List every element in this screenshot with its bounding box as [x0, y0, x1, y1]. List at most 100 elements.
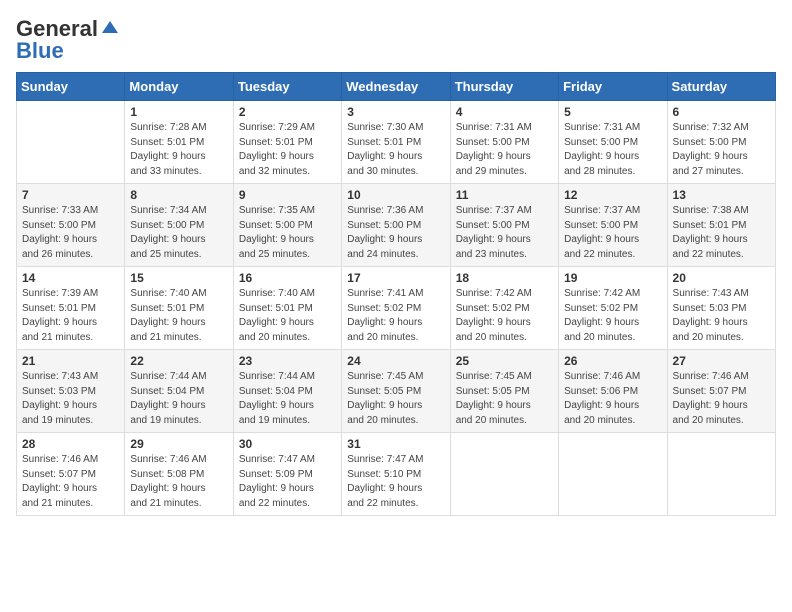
day-info: Sunrise: 7:29 AM Sunset: 5:01 PM Dayligh…	[239, 121, 336, 179]
day-number: 1	[130, 105, 227, 119]
calendar-cell: 13 Sunrise: 7:38 AM Sunset: 5:01 PM Dayli…	[667, 184, 775, 267]
day-number: 26	[564, 354, 661, 368]
day-info: Sunrise: 7:31 AM Sunset: 5:00 PM Dayligh…	[564, 121, 661, 179]
day-info: Sunrise: 7:32 AM Sunset: 5:00 PM Dayligh…	[673, 121, 770, 179]
weekday-header: Friday	[559, 73, 667, 101]
calendar-cell: 22 Sunrise: 7:44 AM Sunset: 5:04 PM Dayli…	[125, 350, 233, 433]
day-number: 13	[673, 188, 770, 202]
calendar-cell: 29 Sunrise: 7:46 AM Sunset: 5:08 PM Dayli…	[125, 433, 233, 516]
calendar-cell: 15 Sunrise: 7:40 AM Sunset: 5:01 PM Dayli…	[125, 267, 233, 350]
day-info: Sunrise: 7:41 AM Sunset: 5:02 PM Dayligh…	[347, 287, 444, 345]
day-info: Sunrise: 7:44 AM Sunset: 5:04 PM Dayligh…	[130, 370, 227, 428]
logo: General Blue	[16, 16, 120, 64]
logo-icon	[100, 19, 120, 39]
day-info: Sunrise: 7:28 AM Sunset: 5:01 PM Dayligh…	[130, 121, 227, 179]
day-info: Sunrise: 7:33 AM Sunset: 5:00 PM Dayligh…	[22, 204, 119, 262]
calendar-cell: 23 Sunrise: 7:44 AM Sunset: 5:04 PM Dayli…	[233, 350, 341, 433]
day-info: Sunrise: 7:42 AM Sunset: 5:02 PM Dayligh…	[456, 287, 553, 345]
day-info: Sunrise: 7:39 AM Sunset: 5:01 PM Dayligh…	[22, 287, 119, 345]
day-info: Sunrise: 7:45 AM Sunset: 5:05 PM Dayligh…	[347, 370, 444, 428]
day-number: 20	[673, 271, 770, 285]
day-info: Sunrise: 7:37 AM Sunset: 5:00 PM Dayligh…	[456, 204, 553, 262]
day-number: 25	[456, 354, 553, 368]
calendar-cell: 10 Sunrise: 7:36 AM Sunset: 5:00 PM Dayli…	[342, 184, 450, 267]
day-number: 11	[456, 188, 553, 202]
day-number: 15	[130, 271, 227, 285]
calendar-cell: 26 Sunrise: 7:46 AM Sunset: 5:06 PM Dayli…	[559, 350, 667, 433]
calendar-table: SundayMondayTuesdayWednesdayThursdayFrid…	[16, 72, 776, 516]
day-info: Sunrise: 7:38 AM Sunset: 5:01 PM Dayligh…	[673, 204, 770, 262]
day-info: Sunrise: 7:31 AM Sunset: 5:00 PM Dayligh…	[456, 121, 553, 179]
calendar-cell: 16Sunrise: 7:40 AM Sunset: 5:01 PM Dayli…	[233, 267, 341, 350]
day-number: 2	[239, 105, 336, 119]
calendar-cell: 14 Sunrise: 7:39 AM Sunset: 5:01 PM Dayli…	[17, 267, 125, 350]
logo-blue-text: Blue	[16, 38, 64, 64]
calendar-cell: 18 Sunrise: 7:42 AM Sunset: 5:02 PM Dayli…	[450, 267, 558, 350]
day-info: Sunrise: 7:46 AM Sunset: 5:06 PM Dayligh…	[564, 370, 661, 428]
calendar-cell: 24 Sunrise: 7:45 AM Sunset: 5:05 PM Dayli…	[342, 350, 450, 433]
calendar-cell: 12 Sunrise: 7:37 AM Sunset: 5:00 PM Dayli…	[559, 184, 667, 267]
calendar-cell: 7 Sunrise: 7:33 AM Sunset: 5:00 PM Daylig…	[17, 184, 125, 267]
calendar-cell: 25Sunrise: 7:45 AM Sunset: 5:05 PM Dayli…	[450, 350, 558, 433]
calendar-cell: 3 Sunrise: 7:30 AM Sunset: 5:01 PM Daylig…	[342, 101, 450, 184]
weekday-header: Tuesday	[233, 73, 341, 101]
day-info: Sunrise: 7:35 AM Sunset: 5:00 PM Dayligh…	[239, 204, 336, 262]
day-number: 8	[130, 188, 227, 202]
day-info: Sunrise: 7:37 AM Sunset: 5:00 PM Dayligh…	[564, 204, 661, 262]
day-number: 3	[347, 105, 444, 119]
calendar-cell: 9 Sunrise: 7:35 AM Sunset: 5:00 PM Daylig…	[233, 184, 341, 267]
calendar-cell: 27Sunrise: 7:46 AM Sunset: 5:07 PM Dayli…	[667, 350, 775, 433]
weekday-header: Saturday	[667, 73, 775, 101]
day-number: 12	[564, 188, 661, 202]
day-number: 14	[22, 271, 119, 285]
calendar-cell	[667, 433, 775, 516]
calendar-cell: 19 Sunrise: 7:42 AM Sunset: 5:02 PM Dayli…	[559, 267, 667, 350]
calendar-cell: 30 Sunrise: 7:47 AM Sunset: 5:09 PM Dayli…	[233, 433, 341, 516]
day-info: Sunrise: 7:46 AM Sunset: 5:08 PM Dayligh…	[130, 453, 227, 511]
day-number: 18	[456, 271, 553, 285]
day-number: 28	[22, 437, 119, 451]
calendar-cell: 28 Sunrise: 7:46 AM Sunset: 5:07 PM Dayli…	[17, 433, 125, 516]
day-number: 22	[130, 354, 227, 368]
day-number: 23	[239, 354, 336, 368]
calendar-cell: 1 Sunrise: 7:28 AM Sunset: 5:01 PM Daylig…	[125, 101, 233, 184]
weekday-header: Wednesday	[342, 73, 450, 101]
day-info: Sunrise: 7:40 AM Sunset: 5:01 PM Dayligh…	[130, 287, 227, 345]
day-number: 17	[347, 271, 444, 285]
day-info: Sunrise: 7:44 AM Sunset: 5:04 PM Dayligh…	[239, 370, 336, 428]
calendar-cell: 17 Sunrise: 7:41 AM Sunset: 5:02 PM Dayli…	[342, 267, 450, 350]
day-number: 30	[239, 437, 336, 451]
calendar-cell	[17, 101, 125, 184]
day-number: 16	[239, 271, 336, 285]
calendar-cell: 31 Sunrise: 7:47 AM Sunset: 5:10 PM Dayli…	[342, 433, 450, 516]
day-number: 27	[673, 354, 770, 368]
calendar-cell: 6Sunrise: 7:32 AM Sunset: 5:00 PM Daylig…	[667, 101, 775, 184]
day-info: Sunrise: 7:36 AM Sunset: 5:00 PM Dayligh…	[347, 204, 444, 262]
day-number: 5	[564, 105, 661, 119]
page-header: General Blue	[16, 16, 776, 64]
day-info: Sunrise: 7:34 AM Sunset: 5:00 PM Dayligh…	[130, 204, 227, 262]
calendar-cell: 11 Sunrise: 7:37 AM Sunset: 5:00 PM Dayli…	[450, 184, 558, 267]
day-number: 24	[347, 354, 444, 368]
day-number: 31	[347, 437, 444, 451]
day-info: Sunrise: 7:47 AM Sunset: 5:09 PM Dayligh…	[239, 453, 336, 511]
weekday-header: Monday	[125, 73, 233, 101]
day-number: 7	[22, 188, 119, 202]
day-number: 29	[130, 437, 227, 451]
day-number: 9	[239, 188, 336, 202]
calendar-cell: 8 Sunrise: 7:34 AM Sunset: 5:00 PM Daylig…	[125, 184, 233, 267]
day-number: 21	[22, 354, 119, 368]
day-info: Sunrise: 7:42 AM Sunset: 5:02 PM Dayligh…	[564, 287, 661, 345]
calendar-cell	[450, 433, 558, 516]
day-number: 19	[564, 271, 661, 285]
calendar-cell: 4Sunrise: 7:31 AM Sunset: 5:00 PM Daylig…	[450, 101, 558, 184]
day-info: Sunrise: 7:43 AM Sunset: 5:03 PM Dayligh…	[673, 287, 770, 345]
weekday-header: Sunday	[17, 73, 125, 101]
day-number: 10	[347, 188, 444, 202]
day-info: Sunrise: 7:30 AM Sunset: 5:01 PM Dayligh…	[347, 121, 444, 179]
calendar-cell: 21 Sunrise: 7:43 AM Sunset: 5:03 PM Dayli…	[17, 350, 125, 433]
calendar-cell: 20 Sunrise: 7:43 AM Sunset: 5:03 PM Dayli…	[667, 267, 775, 350]
day-info: Sunrise: 7:47 AM Sunset: 5:10 PM Dayligh…	[347, 453, 444, 511]
day-info: Sunrise: 7:43 AM Sunset: 5:03 PM Dayligh…	[22, 370, 119, 428]
day-info: Sunrise: 7:46 AM Sunset: 5:07 PM Dayligh…	[22, 453, 119, 511]
